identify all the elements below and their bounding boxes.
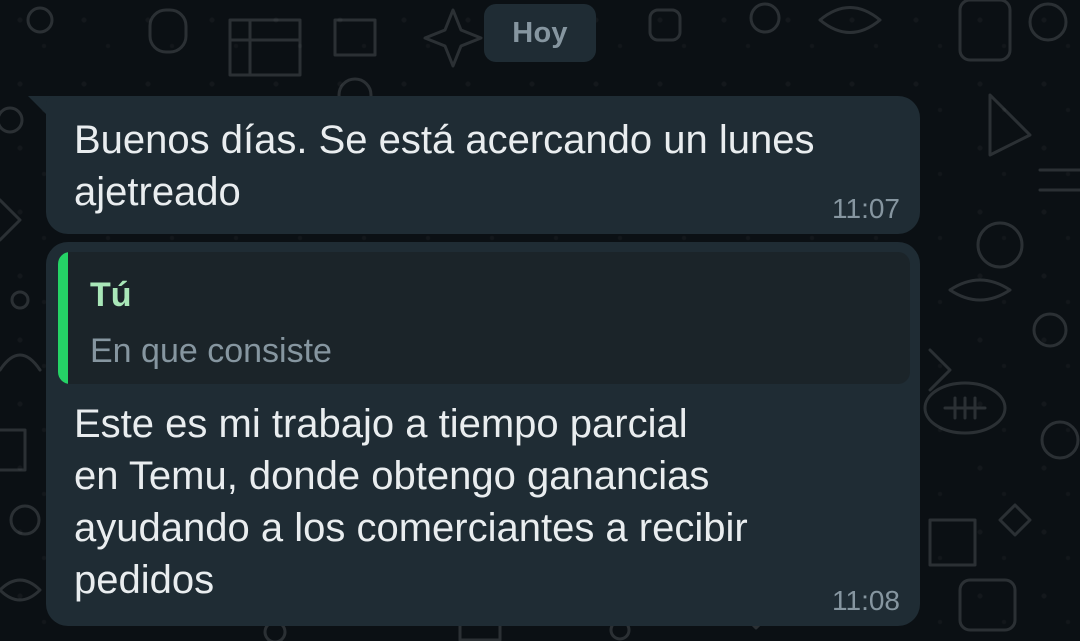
quote-accent-bar: [58, 252, 68, 384]
quoted-message[interactable]: Tú En que consiste: [58, 252, 910, 384]
message-time: 11:07: [832, 193, 900, 224]
quoted-text: En que consiste: [90, 332, 332, 370]
quoted-author: Tú: [90, 276, 132, 314]
message-text: Buenos días. Se está acercando un lunes …: [74, 118, 815, 214]
incoming-reply-message[interactable]: Tú En que consiste Este es mi trabajo a …: [46, 242, 920, 626]
incoming-message[interactable]: Buenos días. Se está acercando un lunes …: [46, 96, 920, 234]
message-time: 11:08: [832, 585, 900, 616]
message-text: Este es mi trabajo a tiempo parcial en T…: [74, 402, 748, 602]
date-separator: Hoy: [484, 4, 596, 62]
